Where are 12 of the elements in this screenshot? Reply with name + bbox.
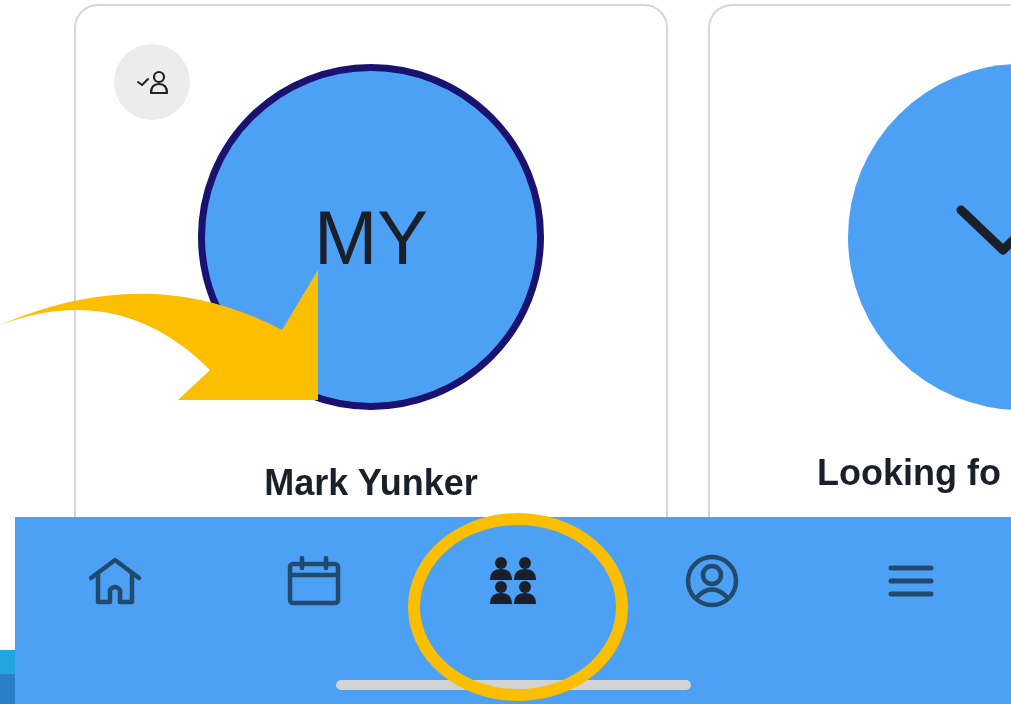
profile-name: Looking fo	[816, 452, 1002, 494]
home-icon	[86, 556, 143, 606]
group-icon	[488, 556, 538, 606]
menu-icon	[888, 564, 935, 598]
profile-card[interactable]: MY Mark Yunker	[74, 4, 668, 517]
verified-user-icon	[135, 68, 169, 96]
profile-name: Mark Yunker	[263, 462, 479, 504]
profile-card[interactable]: Looking fo	[708, 4, 1011, 517]
profile-icon	[685, 554, 740, 608]
calendar-icon	[286, 556, 341, 606]
background-strip	[0, 650, 15, 704]
avatar-initials: MY	[314, 193, 428, 281]
